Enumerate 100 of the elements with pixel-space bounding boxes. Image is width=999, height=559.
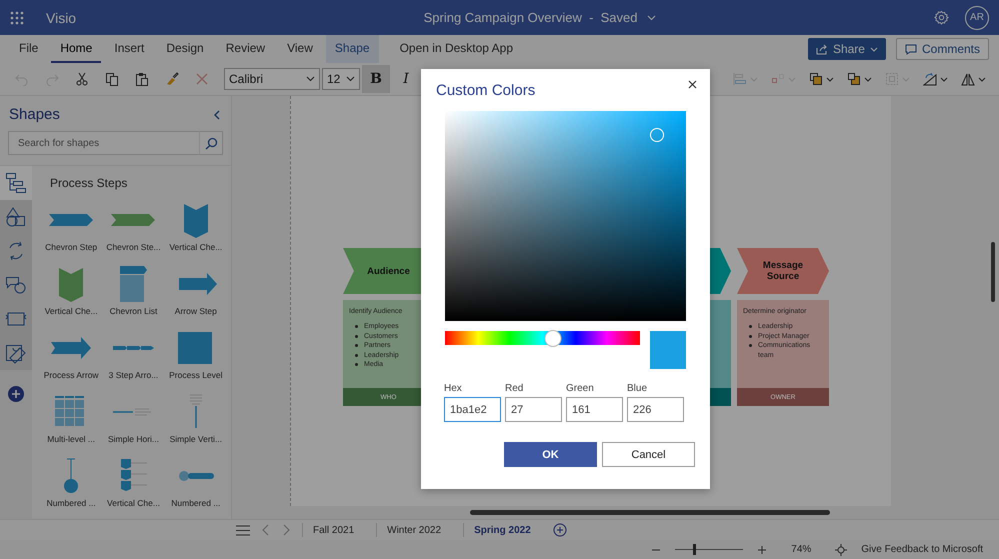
vertical-scrollbar[interactable] <box>991 242 995 302</box>
stencil-tab[interactable] <box>0 166 32 200</box>
caret-icon <box>870 46 878 52</box>
caret-icon <box>346 76 355 82</box>
zoom-level: 74% <box>791 544 812 555</box>
shape-label: Numbered ... <box>171 498 220 508</box>
cut-icon <box>75 72 89 86</box>
ribbon-tab[interactable]: Shape <box>326 35 379 63</box>
bullet-icon <box>355 354 358 356</box>
collapse-icon[interactable] <box>213 110 221 120</box>
field-label: Green <box>566 383 595 394</box>
format-button[interactable]: B <box>362 65 390 93</box>
shape-label: Vertical Che... <box>44 306 98 316</box>
search-button[interactable] <box>199 131 223 155</box>
caret-icon <box>940 76 948 82</box>
bullet-icon <box>355 363 358 366</box>
brush-icon <box>165 72 179 86</box>
shape-label: Chevron Ste... <box>106 242 161 252</box>
font-size-dropdown[interactable]: 12 <box>322 68 360 90</box>
ribbon-tab[interactable]: Review <box>216 35 274 63</box>
ribbon-tab[interactable]: Design <box>157 35 213 63</box>
stencil-tab[interactable] <box>0 336 32 370</box>
add-page-icon[interactable] <box>552 523 567 537</box>
bullet-icon <box>749 344 752 347</box>
previous-icon[interactable] <box>262 524 270 536</box>
zoom-slider-thumb[interactable] <box>692 544 696 555</box>
caret-icon <box>826 76 834 82</box>
format-button[interactable]: I <box>392 65 420 93</box>
cancel-button[interactable]: Cancel <box>602 442 695 467</box>
add-icon <box>8 386 24 402</box>
share-icon <box>816 44 828 54</box>
basic-shapes-icon <box>5 206 27 228</box>
shape-label: Process Arrow <box>44 370 99 380</box>
hue-slider[interactable] <box>445 331 640 345</box>
hue-slider-thumb[interactable] <box>544 330 562 347</box>
zoom-in-icon[interactable] <box>757 544 768 554</box>
open-desktop-app-link[interactable]: Open in Desktop App <box>390 35 522 63</box>
shape-label: Simple Hori... <box>108 434 159 444</box>
user-avatar[interactable]: AR <box>965 6 989 30</box>
settings-icon[interactable] <box>934 10 949 25</box>
caret-icon <box>864 76 872 82</box>
panel-title: Shapes <box>9 106 60 123</box>
caret-icon <box>306 76 315 82</box>
bullet-icon <box>355 334 358 338</box>
feedback-link[interactable]: Give Feedback to Microsoft <box>861 544 983 555</box>
bullet-icon <box>355 344 358 347</box>
field-label: Hex <box>444 383 463 394</box>
stencil-icon <box>5 342 27 364</box>
bullet-icon <box>749 325 752 328</box>
app-launcher-icon[interactable] <box>10 10 24 24</box>
org-chart-icon <box>5 172 27 194</box>
shape-label: Vertical Che... <box>169 242 222 252</box>
app-name: Visio <box>46 10 76 26</box>
page-tab[interactable]: Fall 2021 <box>302 523 364 537</box>
color-picker-handle[interactable] <box>650 128 664 142</box>
chevron-header: Message Source <box>737 248 829 294</box>
paste-icon <box>135 72 149 86</box>
shape-label: Numbered ... <box>46 498 96 508</box>
copy-icon <box>105 72 119 86</box>
shape-label: Arrow Step <box>174 306 217 316</box>
comments-button[interactable]: Comments <box>896 38 989 60</box>
document-title[interactable]: Spring Campaign Overview - Saved <box>424 10 638 25</box>
shape-label: Chevron List <box>110 306 158 316</box>
ribbon-tab[interactable]: Insert <box>105 35 154 63</box>
menu-icon[interactable] <box>236 524 250 536</box>
font-dropdown[interactable]: Calibri <box>224 68 320 90</box>
field-label: Red <box>505 383 524 394</box>
next-icon[interactable] <box>282 524 290 536</box>
send-backward-icon <box>846 72 860 86</box>
color-spectrum[interactable] <box>445 111 686 321</box>
search-icon <box>204 136 218 150</box>
ok-button[interactable]: OK <box>504 442 597 467</box>
comment-icon <box>904 44 917 54</box>
search-field[interactable]: Search for shapes <box>8 131 199 155</box>
caret-icon <box>978 76 986 82</box>
color-value-field[interactable]: 1ba1e2 <box>444 397 501 422</box>
ribbon-tab[interactable]: File <box>10 35 48 63</box>
stencil-title: Process Steps <box>49 176 128 190</box>
color-value-field[interactable]: 27 <box>505 397 562 422</box>
page-tab[interactable]: Spring 2022 <box>463 523 541 537</box>
share-button[interactable]: Share <box>808 38 886 60</box>
color-value-field[interactable]: 161 <box>566 397 623 422</box>
color-value-field[interactable]: 226 <box>627 397 684 422</box>
horizontal-scrollbar[interactable] <box>470 510 830 515</box>
ribbon-tab[interactable]: View <box>278 35 322 63</box>
page-tab[interactable]: Winter 2022 <box>376 523 452 537</box>
close-icon[interactable] <box>688 80 697 89</box>
bullet-icon <box>355 325 358 328</box>
fit-to-window-icon[interactable] <box>835 544 848 556</box>
shape-label: Simple Verti... <box>170 434 222 444</box>
stencil-tab[interactable] <box>0 200 32 234</box>
field-label: Blue <box>627 383 648 394</box>
shape-label: Vertical Che... <box>107 498 160 508</box>
shape-label: Process Level <box>169 370 223 380</box>
shape-label: 3 Step Arro... <box>108 370 158 380</box>
rotate-icon <box>922 72 936 86</box>
dialog-title: Custom Colors <box>436 81 536 99</box>
caret-icon[interactable] <box>647 14 656 20</box>
callout-icon <box>5 274 27 296</box>
bullet-icon <box>749 334 752 338</box>
